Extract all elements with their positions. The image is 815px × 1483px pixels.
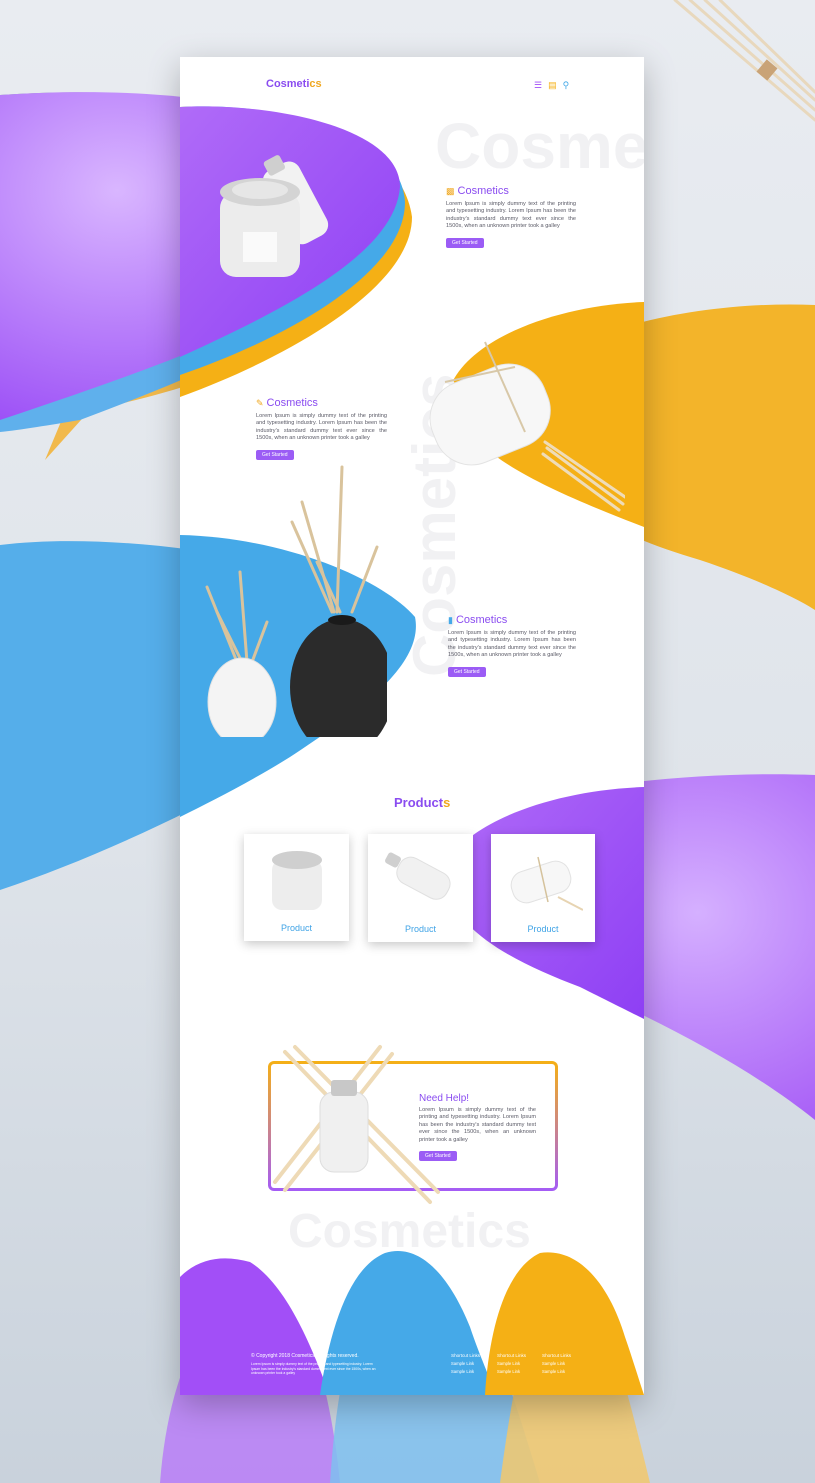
- footer-link[interactable]: Sample Link: [542, 1368, 571, 1376]
- search-icon[interactable]: ⚲: [563, 81, 570, 90]
- product-label: Product: [527, 924, 559, 934]
- section-3-get-started-button[interactable]: Get Started: [448, 666, 486, 677]
- footer-links-heading: Shortcut Links: [451, 1353, 481, 1358]
- footer-small-text: Lorem Ipsum is simply dummy text of the …: [251, 1362, 376, 1376]
- watermark-top: Cosmetics: [435, 110, 644, 182]
- footer-link[interactable]: Sample Link: [497, 1368, 526, 1376]
- section-3-body: Lorem Ipsum is simply dummy text of the …: [448, 630, 576, 659]
- help-bottle-image: [273, 1045, 440, 1204]
- footer-links-col-3: Shortcut Links Sample Link Sample Link: [542, 1353, 571, 1376]
- need-help-content: Need Help! Lorem Ipsum is simply dummy t…: [419, 1093, 536, 1162]
- bottle-icon: ▩: [446, 185, 455, 196]
- cart-icon[interactable]: ▤: [548, 81, 557, 90]
- nav-icons: ☰ ▤ ⚲: [534, 81, 569, 90]
- section-1: ▩ Cosmetics Lorem Ipsum is simply dummy …: [446, 185, 576, 249]
- website-page: Cosmetics Cosmetics Cosmetics Cosmetics …: [180, 57, 644, 1395]
- section-3: ▮ Cosmetics Lorem Ipsum is simply dummy …: [448, 614, 576, 678]
- footer-link[interactable]: Sample Link: [542, 1360, 571, 1368]
- product-card[interactable]: Product: [244, 834, 349, 941]
- need-help-body: Lorem Ipsum is simply dummy text of the …: [419, 1107, 536, 1143]
- tube-icon: ▮: [448, 614, 453, 625]
- section-2-body: Lorem Ipsum is simply dummy text of the …: [256, 413, 387, 442]
- section-2-get-started-button[interactable]: Get Started: [256, 449, 294, 460]
- footer-links-col-2: Shortcut Links Sample Link Sample Link: [497, 1353, 526, 1376]
- brand-logo[interactable]: Cosmetics: [266, 78, 322, 90]
- section-2-title: ✎ Cosmetics: [256, 397, 318, 409]
- menu-icon[interactable]: ☰: [534, 81, 542, 90]
- product-label: Product: [280, 923, 313, 933]
- product-label: Product: [404, 924, 437, 934]
- product-image: [510, 856, 583, 911]
- footer-links-heading: Shortcut Links: [542, 1353, 572, 1358]
- product-image: [271, 851, 322, 910]
- footer-info: © Copyright 2018 Cosmetics. All rights r…: [251, 1353, 381, 1376]
- footer-copyright: © Copyright 2018 Cosmetics. All rights r…: [251, 1353, 359, 1359]
- section-3-title: ▮ Cosmetics: [448, 614, 508, 626]
- footer-links-col-1: Shortcut Links Sample Link Sample Link: [451, 1353, 480, 1376]
- product-card[interactable]: Product: [368, 834, 473, 942]
- section-2: ✎ Cosmetics Lorem Ipsum is simply dummy …: [256, 397, 387, 461]
- section-1-get-started-button[interactable]: Get Started: [446, 237, 484, 248]
- product-card[interactable]: Product: [491, 834, 595, 942]
- footer-links-heading: Shortcut Links: [497, 1353, 527, 1358]
- need-help-get-started-button[interactable]: Get Started: [419, 1151, 457, 1162]
- reed-diffuser-image: [205, 465, 387, 737]
- towel-image: [429, 341, 625, 512]
- footer-link[interactable]: Sample Link: [451, 1360, 480, 1368]
- need-help-title: Need Help!: [419, 1093, 470, 1104]
- spa-jar-image: [220, 155, 329, 277]
- product-image: [384, 852, 451, 900]
- products-title: Products: [394, 795, 451, 810]
- footer-link[interactable]: Sample Link: [451, 1368, 480, 1376]
- section-1-title: ▩ Cosmetics: [446, 185, 509, 197]
- brush-icon: ✎: [256, 397, 264, 408]
- section-1-body: Lorem Ipsum is simply dummy text of the …: [446, 201, 576, 230]
- footer-link[interactable]: Sample Link: [497, 1360, 526, 1368]
